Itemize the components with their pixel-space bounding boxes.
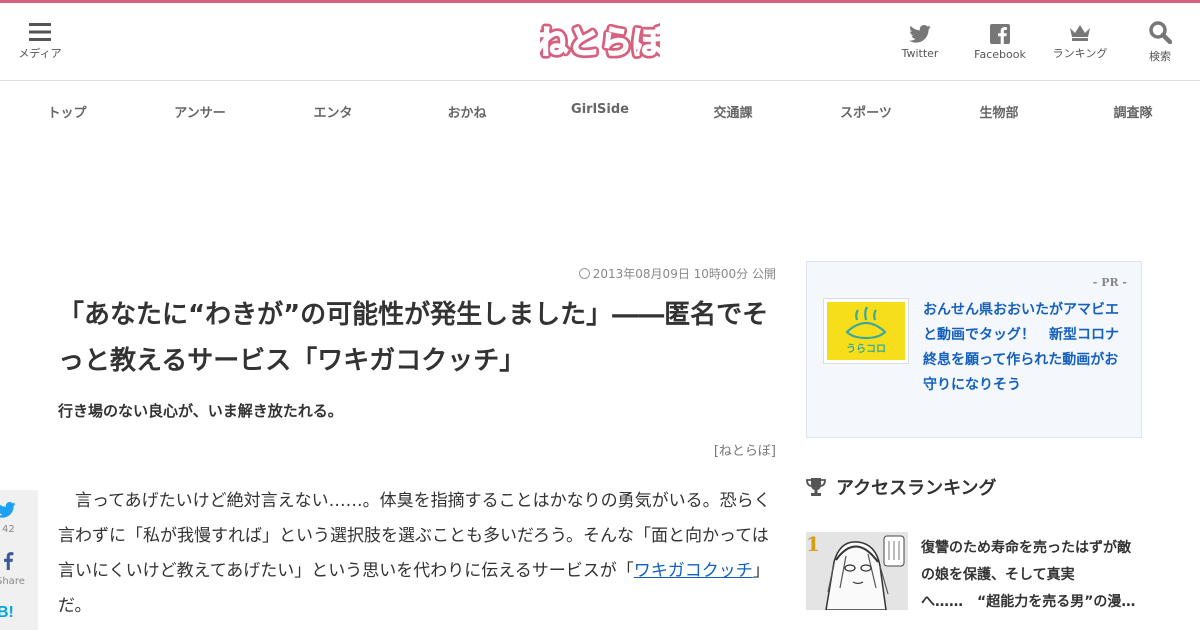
article-body: 言ってあげたいけど絶対言えない……。体臭を指摘することはかなりの勇気がいる。恐ら…	[58, 484, 778, 624]
site-logo[interactable]: ねとらぼ ねとらぼ	[532, 17, 668, 65]
nav-item-sports[interactable]: スポーツ	[840, 102, 892, 121]
twitter-bird-icon	[909, 24, 931, 43]
nav-item-koutsuka[interactable]: 交通課	[713, 102, 752, 121]
pr-box[interactable]: - PR - うらコロ おんせん県おおいたがアマビエと動画でタッグ！ 新型コロナ…	[806, 261, 1142, 438]
nav-item-top[interactable]: トップ	[47, 102, 86, 121]
pr-article-link[interactable]: おんせん県おおいたがアマビエと動画でタッグ！ 新型コロナ終息を願って作られた動画…	[923, 298, 1129, 398]
site-header: メディア ねとらぼ ねとらぼ Twitter Facebook ランキング 検索	[0, 3, 1200, 81]
hamburger-icon	[29, 23, 51, 41]
svg-text:ねとらぼ: ねとらぼ	[540, 23, 660, 61]
publish-date-text: 2013年08月09日 10時00分 公開	[592, 267, 776, 281]
access-ranking-heading: アクセスランキング	[806, 474, 997, 500]
facebook-f-icon	[4, 552, 14, 570]
ranking-button[interactable]: ランキング	[1045, 3, 1115, 81]
search-icon	[1149, 21, 1172, 44]
nav-item-chousatai[interactable]: 調査隊	[1113, 102, 1152, 121]
manga-panel-image	[806, 532, 908, 610]
svg-text:うらコロ: うらコロ	[846, 343, 886, 355]
trophy-icon	[806, 478, 826, 496]
category-nav: トップ アンサー エンタ おかね GirlSide 交通課 スポーツ 生物部 調…	[0, 81, 1200, 141]
nav-item-enta[interactable]: エンタ	[313, 102, 352, 121]
search-label: 検索	[1149, 50, 1171, 63]
wakiga-kokucchi-link[interactable]: ワキガコクッチ	[634, 561, 753, 581]
share-sidebar: 42 Share B!	[0, 490, 38, 630]
netorabo-logo: ねとらぼ ねとらぼ	[532, 20, 668, 65]
nav-item-seibutsubu[interactable]: 生物部	[979, 102, 1018, 121]
ranking-thumbnail[interactable]	[806, 532, 908, 610]
nav-item-answer[interactable]: アンサー	[174, 102, 225, 121]
access-ranking-title: アクセスランキング	[836, 478, 997, 499]
facebook-button[interactable]: Facebook	[970, 3, 1030, 81]
article-subtitle: 行き場のない良心が、いま解き放たれる。	[58, 402, 343, 420]
share-facebook-button[interactable]: Share	[0, 552, 38, 587]
media-menu-button[interactable]: メディア	[10, 3, 70, 81]
share-hatena-button[interactable]: B!	[0, 602, 38, 622]
pr-thumbnail[interactable]: うらコロ	[823, 298, 909, 364]
ranking-label: ランキング	[1052, 47, 1108, 60]
twitter-share-count: 42	[2, 524, 15, 535]
publish-date: 2013年08月09日 10時00分 公開	[578, 265, 776, 282]
pr-label: - PR -	[1092, 276, 1127, 289]
clock-icon	[578, 268, 590, 279]
facebook-icon	[990, 23, 1010, 44]
twitter-button[interactable]: Twitter	[890, 3, 950, 81]
ranking-number: 1	[806, 532, 820, 556]
urakoro-logo-image: うらコロ	[827, 302, 905, 360]
nav-item-girlside[interactable]: GirlSide	[571, 102, 629, 117]
article-title: 「あなたに“わきが”の可能性が発生しました」――匿名でそっと教えるサービス「ワキ…	[58, 300, 769, 376]
hatena-bookmark-icon: B!	[0, 604, 14, 621]
twitter-bird-icon	[0, 502, 16, 518]
twitter-label: Twitter	[901, 46, 939, 60]
article-source: [ねとらぼ]	[713, 444, 776, 459]
search-button[interactable]: 検索	[1130, 3, 1190, 81]
facebook-label: Facebook	[974, 47, 1026, 61]
nav-item-okane[interactable]: おかね	[447, 102, 486, 121]
onsen-icon: うらコロ	[845, 306, 887, 355]
share-twitter-button[interactable]: 42	[0, 502, 38, 535]
ranking-item-title[interactable]: 復讐のため寿命を売ったはずが敵の娘を保護、そして真実へ…… “超能力を売る男”の…	[921, 535, 1141, 616]
facebook-share-label: Share	[0, 576, 25, 587]
crown-icon	[1070, 25, 1090, 41]
media-menu-label: メディア	[18, 47, 62, 60]
ranking-item[interactable]: 1 復讐のため寿命を売ったはずが敵の娘を保護、そして真実へ…… “超能力を売る男…	[806, 532, 1142, 630]
